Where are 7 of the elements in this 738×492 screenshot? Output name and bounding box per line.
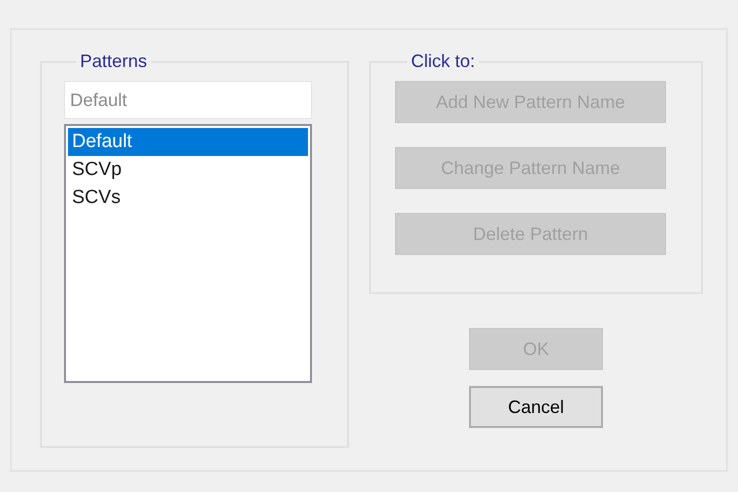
pattern-list-item[interactable]: SCVs xyxy=(68,184,308,212)
pattern-name-field[interactable]: Default xyxy=(64,81,312,119)
pattern-list-item[interactable]: SCVp xyxy=(68,156,308,184)
group-title: Click to: xyxy=(410,50,476,73)
pattern-list-item[interactable]: Default xyxy=(68,128,308,156)
group-title: Patterns xyxy=(79,50,148,73)
dialog-button[interactable]: Cancel xyxy=(469,386,603,428)
